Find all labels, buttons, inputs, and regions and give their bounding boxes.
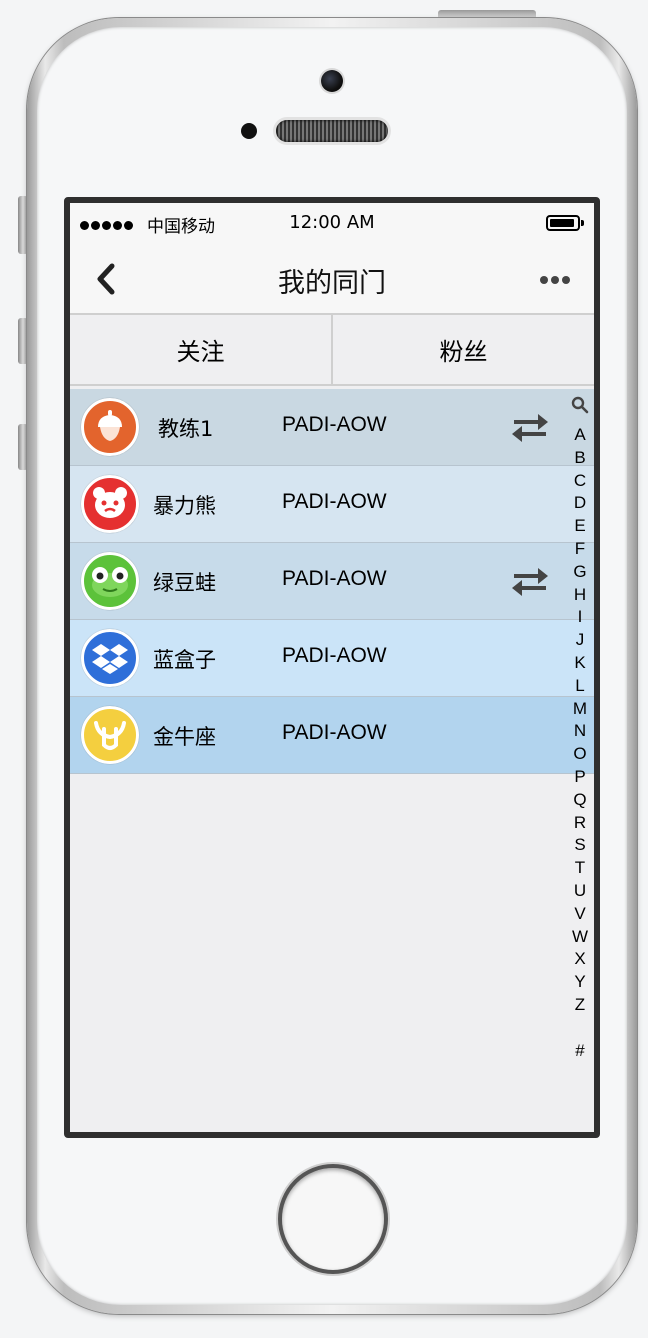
contact-name: 绿豆蛙 [153,571,216,595]
index-letter[interactable]: W [566,926,594,949]
contact-level: PADI-AOW [282,567,387,590]
index-hash[interactable]: # [566,1041,594,1061]
home-button[interactable] [278,1164,388,1274]
contact-name: 蓝盒子 [153,648,216,672]
index-letter[interactable]: M [566,698,594,721]
mutual-follow-icon[interactable] [510,412,550,444]
index-letter[interactable]: V [566,903,594,926]
contact-name: 暴力熊 [153,494,216,518]
battery-icon [546,215,584,231]
contact-name: 金牛座 [153,725,216,749]
index-letter[interactable]: Q [566,789,594,812]
index-letter[interactable]: Z [566,994,594,1017]
index-letter[interactable]: G [566,561,594,584]
index-letters: ABCDEFGHIJKLMNOPQRSTUVWXYZ [566,424,594,1017]
contact-name: 教练1 [158,417,214,441]
dropbox-avatar-icon[interactable] [81,629,139,687]
proximity-sensor [241,123,257,139]
contact-row[interactable]: 蓝盒子 PADI-AOW [70,620,594,697]
index-letter[interactable]: D [566,492,594,515]
index-letter[interactable]: A [566,424,594,447]
navigation-bar: 我的同门 [70,247,594,313]
tab-bar: 关注 粉丝 [70,313,594,386]
alphabet-index[interactable]: ABCDEFGHIJKLMNOPQRSTUVWXYZ # [566,391,594,1071]
acorn-avatar-icon[interactable] [81,398,139,456]
index-letter[interactable]: R [566,812,594,835]
contact-row[interactable]: 教练1 PADI-AOW [70,389,594,466]
tab-followers[interactable]: 粉丝 [331,315,594,384]
tab-following[interactable]: 关注 [70,315,331,384]
phone-screen: 中国移动 12:00 AM 我的同门 关注 粉丝 教练1 PADI-AOW 暴力熊 P… [64,197,600,1138]
index-letter[interactable]: E [566,515,594,538]
index-letter[interactable]: H [566,584,594,607]
status-bar: 中国移动 12:00 AM [70,203,594,247]
index-letter[interactable]: I [566,606,594,629]
mutual-follow-icon[interactable] [510,566,550,598]
contact-row[interactable]: 暴力熊 PADI-AOW [70,466,594,543]
index-letter[interactable]: B [566,447,594,470]
index-letter[interactable]: O [566,743,594,766]
index-letter[interactable]: U [566,880,594,903]
index-letter[interactable]: T [566,857,594,880]
index-letter[interactable]: C [566,470,594,493]
search-icon[interactable] [571,396,589,414]
index-letter[interactable]: P [566,766,594,789]
index-letter[interactable]: Y [566,971,594,994]
more-horizontal-icon [540,276,548,284]
index-letter[interactable]: J [566,629,594,652]
contact-level: PADI-AOW [282,413,387,436]
index-letter[interactable]: X [566,948,594,971]
earpiece-speaker [276,120,388,142]
contact-level: PADI-AOW [282,721,387,744]
contact-level: PADI-AOW [282,490,387,513]
contact-level: PADI-AOW [282,644,387,667]
bear-avatar-icon[interactable] [81,475,139,533]
more-button[interactable] [540,271,572,289]
contact-row[interactable]: 绿豆蛙 PADI-AOW [70,543,594,620]
index-letter[interactable]: S [566,834,594,857]
index-letter[interactable]: F [566,538,594,561]
index-letter[interactable]: N [566,720,594,743]
taurus-avatar-icon[interactable] [81,706,139,764]
page-title: 我的同门 [278,268,386,299]
contact-row[interactable]: 金牛座 PADI-AOW [70,697,594,774]
status-time: 12:00 AM [289,212,375,233]
index-letter[interactable]: L [566,675,594,698]
index-letter[interactable]: K [566,652,594,675]
front-camera [321,70,343,92]
frog-avatar-icon[interactable] [81,552,139,610]
contact-list: 教练1 PADI-AOW 暴力熊 PADI-AOW 绿豆蛙 PADI-AOW 蓝盒子 PADI… [70,389,594,774]
